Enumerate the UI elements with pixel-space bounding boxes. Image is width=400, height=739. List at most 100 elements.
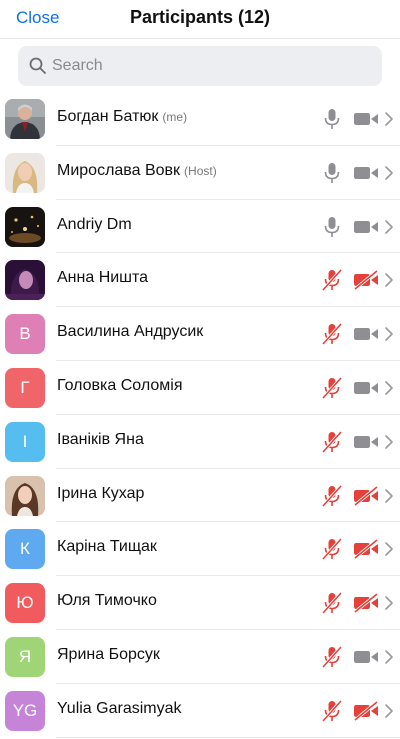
avatar: В	[5, 314, 45, 355]
microphone-muted-icon[interactable]	[320, 591, 344, 615]
microphone-muted-icon[interactable]	[320, 430, 344, 454]
chevron-right-icon[interactable]	[384, 486, 394, 506]
participant-name: Каріна Тищак	[57, 538, 157, 556]
chevron-right-icon[interactable]	[384, 701, 394, 721]
avatar: Я	[5, 636, 45, 677]
chevron-right-icon[interactable]	[384, 647, 394, 667]
participant-name: Юля Тимочко	[57, 592, 157, 610]
participant-name-line: Богдан Батюк (me)	[57, 108, 187, 126]
microphone-muted-icon[interactable]	[320, 699, 344, 723]
video-camera-icon[interactable]	[352, 431, 380, 453]
participants-list: Богдан Батюк (me) Мирослава Вовк (Host) Andr…	[0, 92, 400, 738]
avatar	[5, 260, 45, 301]
search-bar[interactable]	[18, 46, 382, 86]
participant-row[interactable]: В Василина Андрусик	[0, 307, 400, 361]
participant-name-line: Ярина Борсук	[57, 646, 160, 664]
video-camera-off-icon[interactable]	[352, 485, 380, 507]
participant-name: Головка Соломія	[57, 376, 183, 394]
participant-role: (me)	[162, 110, 188, 124]
chevron-right-icon[interactable]	[384, 163, 394, 183]
participant-row[interactable]: І Іваніків Яна	[0, 415, 400, 469]
participant-name-line: Мирослава Вовк (Host)	[57, 162, 217, 180]
chevron-right-icon[interactable]	[384, 378, 394, 398]
participant-name-line: Andriy Dm	[57, 216, 132, 234]
participant-name: Yulia Garasimyak	[57, 699, 182, 717]
microphone-icon[interactable]	[320, 107, 344, 131]
avatar	[5, 475, 45, 516]
participant-name-line: Ірина Кухар	[57, 485, 144, 503]
participant-name: Ярина Борсук	[57, 645, 160, 663]
participant-row[interactable]: Мирослава Вовк (Host)	[0, 146, 400, 200]
video-camera-icon[interactable]	[352, 646, 380, 668]
avatar-initial: YG	[12, 700, 38, 720]
chevron-right-icon[interactable]	[384, 270, 394, 290]
participant-row[interactable]: Богдан Батюк (me)	[0, 92, 400, 146]
participant-name: Мирослава Вовк	[57, 161, 181, 179]
chevron-right-icon[interactable]	[384, 539, 394, 559]
microphone-icon[interactable]	[320, 215, 344, 239]
participant-row[interactable]: Я Ярина Борсук	[0, 630, 400, 684]
chevron-right-icon[interactable]	[384, 324, 394, 344]
chevron-right-icon[interactable]	[384, 109, 394, 129]
participant-name-line: Анна Ништа	[57, 269, 148, 287]
chevron-right-icon[interactable]	[384, 593, 394, 613]
participant-row[interactable]: Анна Ништа	[0, 253, 400, 307]
avatar-initial: Ю	[16, 593, 34, 613]
chevron-right-icon[interactable]	[384, 217, 394, 237]
participant-row[interactable]: Ірина Кухар	[0, 469, 400, 523]
participant-row[interactable]: Andriy Dm	[0, 200, 400, 254]
video-camera-icon[interactable]	[352, 216, 380, 238]
avatar: Г	[5, 367, 45, 408]
microphone-muted-icon[interactable]	[320, 322, 344, 346]
participant-name-line: Головка Соломія	[57, 377, 182, 395]
avatar: К	[5, 529, 45, 570]
microphone-muted-icon[interactable]	[320, 268, 344, 292]
avatar: YG	[5, 690, 45, 731]
video-camera-icon[interactable]	[352, 108, 380, 130]
microphone-muted-icon[interactable]	[320, 484, 344, 508]
microphone-muted-icon[interactable]	[320, 645, 344, 669]
video-camera-icon[interactable]	[352, 162, 380, 184]
video-camera-off-icon[interactable]	[352, 269, 380, 291]
avatar-initial: Г	[20, 377, 30, 397]
avatar-initial: К	[20, 539, 30, 559]
participant-name-line: Іваніків Яна	[57, 431, 144, 449]
video-camera-off-icon[interactable]	[352, 700, 380, 722]
participant-row[interactable]: Ю Юля Тимочко	[0, 576, 400, 630]
avatar: Ю	[5, 583, 45, 624]
participant-name-line: Yulia Garasimyak	[57, 700, 182, 718]
avatar-initial: Я	[18, 646, 32, 666]
participant-name-line: Каріна Тищак	[57, 538, 157, 556]
avatar: І	[5, 421, 45, 462]
participant-name: Богдан Батюк	[57, 108, 159, 125]
avatar	[5, 99, 45, 139]
microphone-muted-icon[interactable]	[320, 537, 344, 561]
header: Close Participants (12)	[0, 0, 400, 38]
participant-row[interactable]: YG Yulia Garasimyak	[0, 684, 400, 738]
header-divider	[0, 38, 400, 39]
participant-name: Анна Ништа	[57, 269, 149, 287]
participant-name-line: Юля Тимочко	[57, 592, 157, 610]
chevron-right-icon[interactable]	[384, 432, 394, 452]
avatar	[5, 206, 45, 247]
search-icon	[29, 57, 46, 74]
participant-role: (Host)	[184, 163, 217, 178]
participant-name-line: Василина Андрусик	[57, 323, 203, 341]
microphone-muted-icon[interactable]	[320, 376, 344, 400]
video-camera-icon[interactable]	[352, 377, 380, 399]
participant-name: Іваніків Яна	[57, 430, 144, 448]
avatar-initial: В	[19, 324, 31, 344]
avatar-initial: І	[22, 431, 28, 451]
microphone-icon[interactable]	[320, 161, 344, 185]
participant-name: Andriy Dm	[57, 215, 132, 233]
video-camera-off-icon[interactable]	[352, 538, 380, 560]
participant-row[interactable]: Г Головка Соломія	[0, 361, 400, 415]
avatar	[5, 152, 45, 193]
search-input[interactable]	[52, 46, 362, 86]
video-camera-icon[interactable]	[352, 323, 380, 345]
participant-name: Ірина Кухар	[57, 484, 145, 502]
participant-name: Василина Андрусик	[57, 323, 204, 341]
participant-row[interactable]: К Каріна Тищак	[0, 522, 400, 576]
page-title: Participants (12)	[129, 7, 271, 27]
video-camera-off-icon[interactable]	[352, 592, 380, 614]
